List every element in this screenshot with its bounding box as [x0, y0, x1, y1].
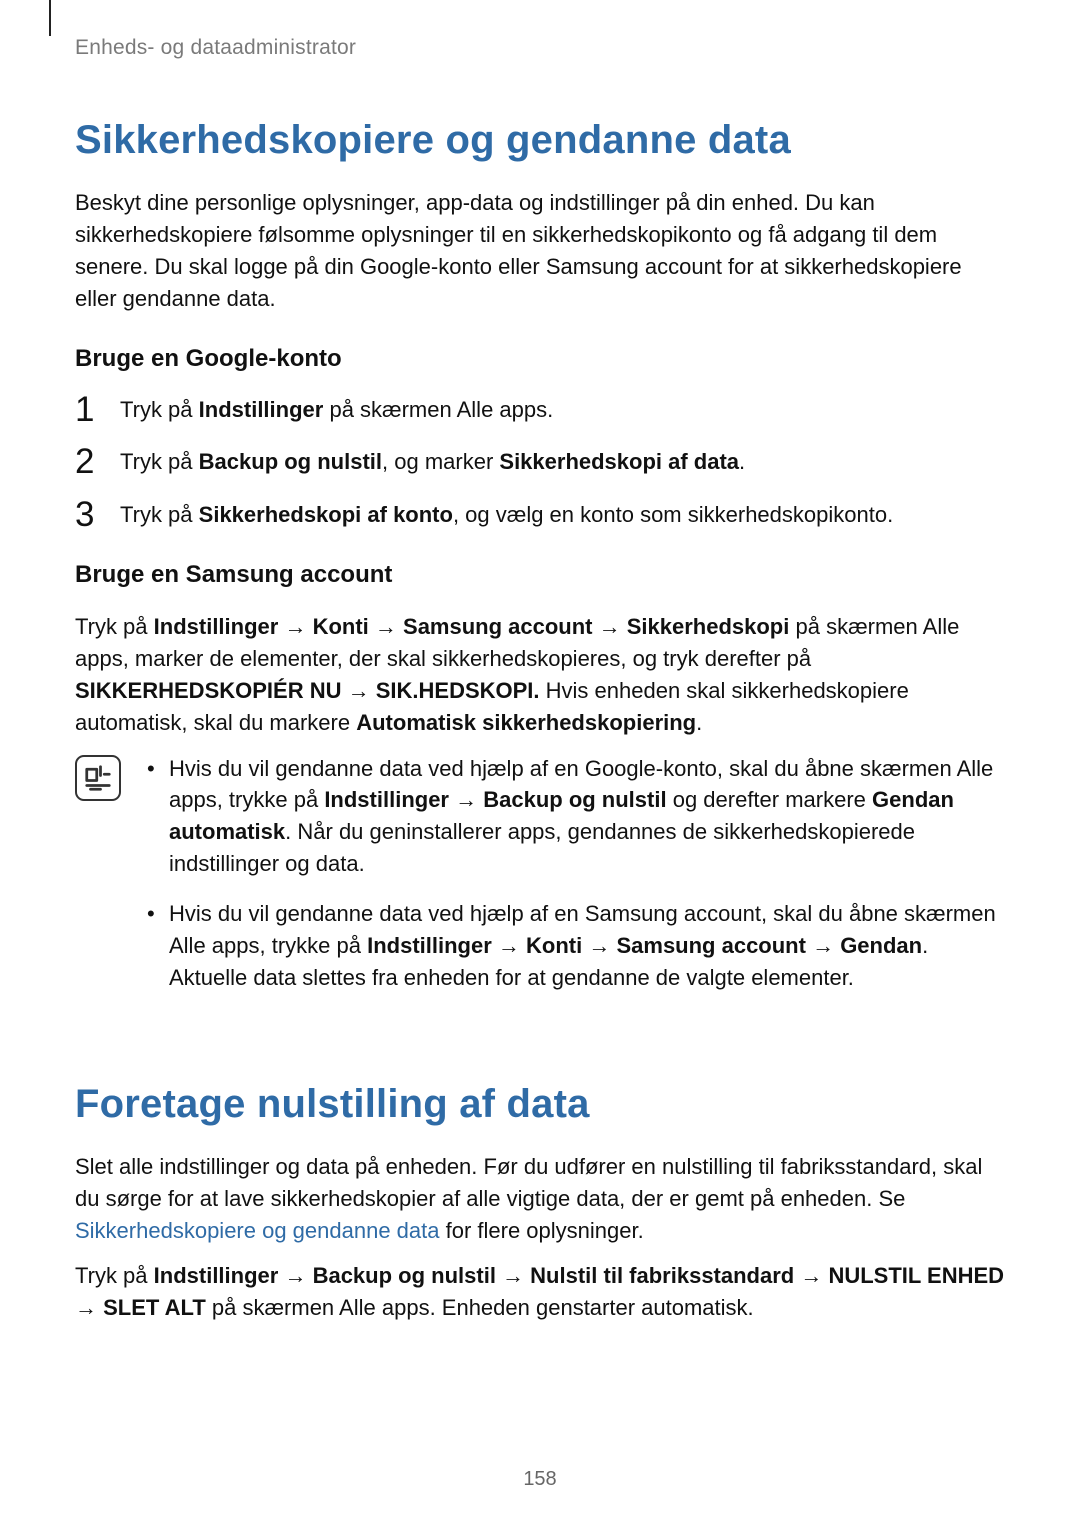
text: Slet alle indstillinger og data på enhed…: [75, 1154, 982, 1211]
arrow: →: [794, 1263, 828, 1288]
step-1: Tryk på Indstillinger på skærmen Alle ap…: [75, 395, 1005, 426]
step-text: Tryk på: [120, 449, 199, 474]
numbered-steps: Tryk på Indstillinger på skærmen Alle ap…: [75, 395, 1005, 531]
bold: Gendan: [840, 933, 922, 958]
bold: Indstillinger: [324, 787, 449, 812]
section-title-backup: Sikkerhedskopiere og gendanne data: [75, 118, 1005, 163]
note-icon: [75, 755, 121, 801]
bold: Backup og nulstil: [483, 787, 666, 812]
arrow: →: [492, 933, 526, 958]
step-text: .: [739, 449, 745, 474]
bold: Indstillinger: [367, 933, 492, 958]
bold: Samsung account: [403, 614, 592, 639]
step-text: på skærmen Alle apps.: [323, 397, 553, 422]
step-bold: Backup og nulstil: [199, 449, 382, 474]
text: for flere oplysninger.: [440, 1218, 644, 1243]
text: Tryk på: [75, 614, 154, 639]
note-content: Hvis du vil gendanne data ved hjælp af e…: [143, 753, 1005, 1012]
note-block: Hvis du vil gendanne data ved hjælp af e…: [75, 753, 1005, 1012]
step-2: Tryk på Backup og nulstil, og marker Sik…: [75, 447, 1005, 478]
samsung-paragraph: Tryk på Indstillinger → Konti → Samsung …: [75, 611, 1005, 739]
arrow: →: [278, 1263, 312, 1288]
step-text: , og marker: [382, 449, 499, 474]
step-3: Tryk på Sikkerhedskopi af konto, og vælg…: [75, 500, 1005, 531]
text: .: [696, 710, 702, 735]
reset-paragraph-1: Slet alle indstillinger og data på enhed…: [75, 1151, 1005, 1247]
text: på skærmen Alle apps. Enheden genstarter…: [206, 1295, 754, 1320]
step-text: , og vælg en konto som sikkerhedskopikon…: [453, 502, 893, 527]
arrow: →: [341, 678, 375, 703]
subheading-samsung: Bruge en Samsung account: [75, 561, 1005, 589]
margin-rule: [49, 0, 51, 36]
step-bold: Indstillinger: [199, 397, 324, 422]
bold: SIK.HEDSKOPI.: [376, 678, 540, 703]
step-bold: Sikkerhedskopi af data: [499, 449, 739, 474]
note-bullet-2: Hvis du vil gendanne data ved hjælp af e…: [143, 898, 1005, 994]
note-bullet-1: Hvis du vil gendanne data ved hjælp af e…: [143, 753, 1005, 881]
arrow: →: [75, 1295, 103, 1320]
step-text: Tryk på: [120, 397, 199, 422]
step-bold: Sikkerhedskopi af konto: [199, 502, 453, 527]
bold: SLET ALT: [103, 1295, 206, 1320]
arrow: →: [582, 933, 616, 958]
page-number: 158: [0, 1468, 1080, 1491]
bold: Indstillinger: [154, 1263, 279, 1288]
section-title-reset: Foretage nulstilling af data: [75, 1082, 1005, 1127]
bold: SIKKERHEDSKOPIÉR NU: [75, 678, 341, 703]
bold: Nulstil til fabriksstandard: [530, 1263, 794, 1288]
reset-paragraph-2: Tryk på Indstillinger → Backup og nulsti…: [75, 1260, 1005, 1324]
bold: Automatisk sikkerhedskopiering: [356, 710, 696, 735]
arrow: →: [369, 614, 403, 639]
bold: Samsung account: [616, 933, 805, 958]
arrow: →: [806, 933, 840, 958]
bold: Konti: [526, 933, 582, 958]
text: Tryk på: [75, 1263, 154, 1288]
arrow: →: [593, 614, 627, 639]
arrow: →: [496, 1263, 530, 1288]
bold: Konti: [313, 614, 369, 639]
subheading-google: Bruge en Google-konto: [75, 345, 1005, 373]
backup-restore-link[interactable]: Sikkerhedskopiere og gendanne data: [75, 1218, 440, 1243]
arrow: →: [278, 614, 312, 639]
page-header: Enheds- og dataadministrator: [75, 36, 1005, 60]
page-content: Enheds- og dataadministrator Sikkerhedsk…: [0, 0, 1080, 1324]
bold: Indstillinger: [154, 614, 279, 639]
bold: Sikkerhedskopi: [627, 614, 790, 639]
note-bullets: Hvis du vil gendanne data ved hjælp af e…: [143, 753, 1005, 994]
text: og derefter markere: [667, 787, 872, 812]
bold: Backup og nulstil: [313, 1263, 496, 1288]
intro-paragraph: Beskyt dine personlige oplysninger, app-…: [75, 187, 1005, 315]
arrow: →: [449, 787, 483, 812]
bold: NULSTIL ENHED: [828, 1263, 1004, 1288]
step-text: Tryk på: [120, 502, 199, 527]
